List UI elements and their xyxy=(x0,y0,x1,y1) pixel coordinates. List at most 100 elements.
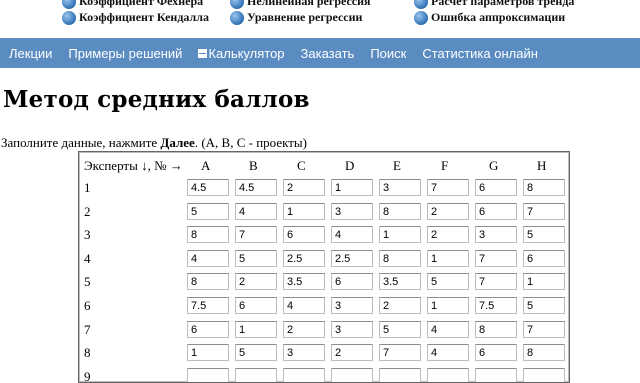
score-input[interactable]: 8 xyxy=(523,179,565,196)
score-input[interactable]: 3 xyxy=(283,344,325,362)
score-input[interactable]: 8 xyxy=(475,320,517,338)
score-input[interactable] xyxy=(379,367,421,382)
column-header-g: G xyxy=(489,158,499,173)
score-input[interactable]: 1 xyxy=(523,273,565,291)
score-input[interactable]: 8 xyxy=(379,202,421,220)
score-input[interactable]: 2.5 xyxy=(331,249,373,267)
score-input[interactable] xyxy=(523,367,565,382)
score-input[interactable]: 3.5 xyxy=(379,273,421,291)
globe-icon xyxy=(414,0,428,9)
score-input[interactable]: 5 xyxy=(187,202,229,220)
score-input[interactable]: 6 xyxy=(475,202,517,220)
score-input[interactable]: 2 xyxy=(331,344,373,362)
score-input[interactable]: 2 xyxy=(427,226,469,244)
score-input[interactable]: 3 xyxy=(379,179,421,196)
score-input[interactable]: 5 xyxy=(235,249,277,267)
score-input[interactable]: 6 xyxy=(235,297,277,314)
link-approximation-error[interactable]: Ошибка аппроксимации xyxy=(414,10,565,25)
score-input[interactable]: 4 xyxy=(331,226,373,244)
score-input[interactable]: 1 xyxy=(427,297,469,314)
score-input[interactable]: 4 xyxy=(427,344,469,362)
score-input[interactable]: 2 xyxy=(235,273,277,291)
column-header-e: E xyxy=(393,158,401,173)
score-input[interactable] xyxy=(475,367,517,382)
score-input[interactable]: 6 xyxy=(187,320,229,338)
globe-icon xyxy=(62,0,76,9)
expert-label: 1 xyxy=(84,180,91,195)
score-input[interactable]: 4 xyxy=(427,320,469,338)
score-input[interactable]: 8 xyxy=(379,249,421,267)
expert-label: 6 xyxy=(84,298,91,313)
score-input[interactable]: 4 xyxy=(235,202,277,220)
score-input[interactable]: 8 xyxy=(187,273,229,291)
score-input[interactable]: 7 xyxy=(427,179,469,196)
link-nonlinear-regression[interactable]: Нелинейная регрессия xyxy=(230,0,371,9)
score-input[interactable]: 1 xyxy=(427,249,469,267)
score-input[interactable]: 6 xyxy=(523,249,565,267)
score-input[interactable]: 1 xyxy=(379,226,421,244)
score-input[interactable]: 6 xyxy=(475,179,517,196)
score-input[interactable]: 3 xyxy=(331,320,373,338)
score-input[interactable]: 7 xyxy=(475,273,517,291)
score-input[interactable]: 2.5 xyxy=(283,249,325,267)
link-regression-equation[interactable]: Уравнение регрессии xyxy=(230,10,362,25)
link-kendall[interactable]: Коэффициент Кендалла xyxy=(62,10,209,25)
score-input[interactable] xyxy=(283,367,325,382)
intro-next-word: Далее xyxy=(160,135,195,150)
nav-search[interactable]: Поиск xyxy=(362,46,414,61)
score-input[interactable]: 5 xyxy=(379,320,421,338)
score-input[interactable]: 4 xyxy=(283,297,325,314)
score-input[interactable]: 7.5 xyxy=(187,297,229,314)
score-input[interactable]: 4.5 xyxy=(235,179,277,196)
score-input[interactable]: 6 xyxy=(283,226,325,244)
expert-label: 9 xyxy=(84,368,91,383)
score-input[interactable]: 5 xyxy=(523,226,565,244)
score-input[interactable]: 5 xyxy=(235,344,277,362)
score-input[interactable] xyxy=(187,367,229,382)
top-links: Коэффициент Фехнера Нелинейная регрессия… xyxy=(0,0,640,38)
score-input[interactable]: 2 xyxy=(283,179,325,196)
score-input[interactable]: 4 xyxy=(187,249,229,267)
intro-suffix: . (A, B, C - проекты) xyxy=(194,135,307,150)
expert-label: 3 xyxy=(84,227,91,243)
score-input[interactable]: 2 xyxy=(283,320,325,338)
score-input[interactable]: 7 xyxy=(523,202,565,220)
score-input[interactable]: 2 xyxy=(379,297,421,314)
link-trend-parameters[interactable]: Расчет параметров тренда xyxy=(414,0,574,9)
score-input[interactable]: 7 xyxy=(235,226,277,244)
score-input[interactable]: 7 xyxy=(379,344,421,362)
score-input[interactable]: 2 xyxy=(427,202,469,220)
score-input[interactable]: 5 xyxy=(523,297,565,314)
nav-calculator[interactable]: Калькулятор xyxy=(190,46,292,61)
score-input[interactable]: 6 xyxy=(475,344,517,362)
score-input[interactable]: 7 xyxy=(475,249,517,267)
nav-order[interactable]: Заказать xyxy=(293,46,363,61)
experts-table: Эксперты ↓, № → A B C D E F G H 1 4.5 4.5 2 1 3 7 6 8 2 5 4… xyxy=(78,151,570,383)
score-input[interactable]: 8 xyxy=(523,344,565,362)
link-fechner[interactable]: Коэффициент Фехнера xyxy=(62,0,203,9)
expert-label: 8 xyxy=(84,345,91,361)
score-input[interactable]: 3.5 xyxy=(283,273,325,291)
corner-label: Эксперты ↓, № → xyxy=(84,158,183,173)
globe-icon xyxy=(414,10,428,25)
score-input[interactable]: 7.5 xyxy=(475,297,517,314)
nav-lectures[interactable]: Лекции xyxy=(0,46,60,61)
score-input[interactable]: 3 xyxy=(331,297,373,314)
score-input[interactable] xyxy=(427,367,469,382)
score-input[interactable] xyxy=(331,367,373,382)
score-input[interactable]: 1 xyxy=(187,344,229,362)
score-input[interactable]: 3 xyxy=(331,202,373,220)
score-input[interactable]: 1 xyxy=(331,179,373,196)
score-input[interactable]: 7 xyxy=(523,320,565,338)
score-input[interactable]: 4.5 xyxy=(187,179,229,196)
score-input[interactable]: 5 xyxy=(427,273,469,291)
score-input[interactable]: 8 xyxy=(187,226,229,244)
nav-examples[interactable]: Примеры решений xyxy=(60,46,190,61)
intro-prefix: Заполните данные, нажмите xyxy=(1,135,161,150)
nav-statistics-online[interactable]: Статистика онлайн xyxy=(414,46,546,61)
score-input[interactable]: 6 xyxy=(331,273,373,291)
score-input[interactable] xyxy=(235,367,277,382)
score-input[interactable]: 3 xyxy=(475,226,517,244)
score-input[interactable]: 1 xyxy=(235,320,277,338)
score-input[interactable]: 1 xyxy=(283,202,325,220)
